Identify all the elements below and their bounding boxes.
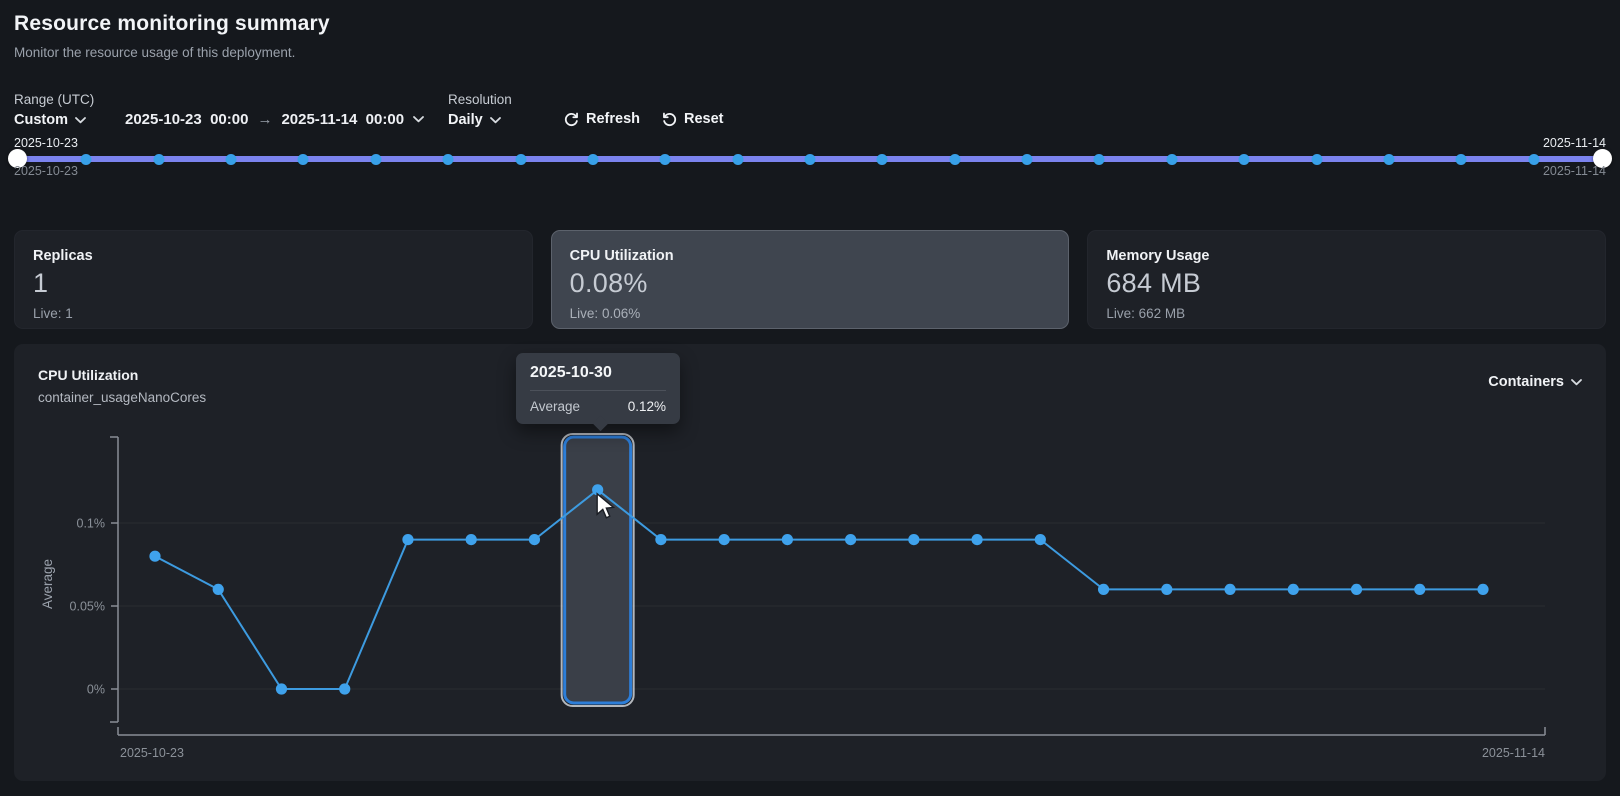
- stat-value: 684 MB: [1106, 268, 1587, 299]
- stat-value: 0.08%: [570, 268, 1051, 299]
- data-point[interactable]: [845, 534, 856, 545]
- range-select[interactable]: Custom: [14, 112, 86, 128]
- stat-card-cpu-utilization[interactable]: CPU Utilization 0.08% Live: 0.06%: [551, 230, 1070, 329]
- slider-start-sublabel: 2025-10-23: [14, 164, 78, 178]
- data-point[interactable]: [971, 534, 982, 545]
- data-point[interactable]: [1351, 584, 1362, 595]
- range-value: Custom: [14, 112, 68, 128]
- slider-tick-dot: [1383, 154, 1394, 165]
- stat-live: Live: 0.06%: [570, 306, 1051, 321]
- slider-tick-dot: [587, 154, 598, 165]
- refresh-icon: [564, 112, 579, 127]
- data-point[interactable]: [276, 683, 287, 694]
- slider-end-sublabel: 2025-11-14: [1543, 164, 1606, 178]
- slider-track[interactable]: [14, 156, 1606, 162]
- reset-label: Reset: [684, 111, 724, 127]
- tooltip-date: 2025-10-30: [530, 364, 666, 391]
- tooltip-series-value: 0.12%: [628, 399, 666, 414]
- stat-live: Live: 1: [33, 306, 514, 321]
- slider-tick-dot: [298, 154, 309, 165]
- data-point[interactable]: [1161, 584, 1172, 595]
- stat-label: CPU Utilization: [570, 248, 1051, 264]
- data-point[interactable]: [213, 584, 224, 595]
- stats-row: Replicas 1 Live: 1 CPU Utilization 0.08%…: [14, 230, 1606, 329]
- stat-live: Live: 662 MB: [1106, 306, 1587, 321]
- resolution-select[interactable]: Daily: [448, 112, 501, 128]
- stat-label: Memory Usage: [1106, 248, 1587, 264]
- chart-tooltip: 2025-10-30 Average 0.12%: [516, 353, 680, 424]
- refresh-button[interactable]: Refresh: [564, 111, 640, 127]
- slider-tick-dot: [1239, 154, 1250, 165]
- slider-tick-dot: [660, 154, 671, 165]
- slider-tick-dot: [81, 154, 92, 165]
- tooltip-row: Average 0.12%: [530, 399, 666, 414]
- data-point[interactable]: [719, 534, 730, 545]
- time-range-slider: 2025-10-23 2025-11-14 2025-10-23 2025-11…: [14, 139, 1606, 185]
- slider-tick-dot: [1166, 154, 1177, 165]
- y-tick-label: 0.1%: [77, 517, 106, 531]
- cpu-series-line: [155, 490, 1483, 689]
- y-tick-label: 0.05%: [70, 600, 105, 614]
- chevron-down-icon: [75, 117, 86, 124]
- data-point[interactable]: [782, 534, 793, 545]
- stat-card-memory-usage[interactable]: Memory Usage 684 MB Live: 662 MB: [1087, 230, 1606, 329]
- stat-card-replicas[interactable]: Replicas 1 Live: 1: [14, 230, 533, 329]
- reset-button[interactable]: Reset: [662, 111, 724, 127]
- chevron-down-icon: [490, 117, 501, 124]
- data-point[interactable]: [1035, 534, 1046, 545]
- controls-row: Range (UTC) Custom 2025-10-23 00:00 → 20…: [14, 92, 914, 134]
- stat-value: 1: [33, 268, 514, 299]
- data-point[interactable]: [149, 551, 160, 562]
- slider-start-label: 2025-10-23: [14, 136, 78, 150]
- refresh-label: Refresh: [586, 111, 640, 127]
- highlight-band[interactable]: [565, 437, 631, 703]
- cpu-utilization-chart[interactable]: 0% 0.05% 0.1% 2025-10-23 2025-11-14 Average: [14, 344, 1606, 781]
- slider-tick-dot: [515, 154, 526, 165]
- date-from: 2025-10-23 00:00: [125, 111, 248, 128]
- chevron-down-icon: [413, 116, 424, 123]
- resource-monitoring-page: Resource monitoring summary Monitor the …: [0, 0, 1620, 796]
- range-label: Range (UTC): [14, 92, 94, 107]
- slider-tick-dot: [877, 154, 888, 165]
- stat-label: Replicas: [33, 248, 514, 264]
- slider-tick-dot: [1456, 154, 1467, 165]
- data-point[interactable]: [339, 683, 350, 694]
- cpu-utilization-chart-panel: CPU Utilization container_usageNanoCores…: [14, 344, 1606, 781]
- data-point[interactable]: [402, 534, 413, 545]
- slider-end-label: 2025-11-14: [1543, 136, 1606, 150]
- slider-tick-dot: [732, 154, 743, 165]
- slider-tick-dot: [1094, 154, 1105, 165]
- data-point[interactable]: [1288, 584, 1299, 595]
- date-range-picker[interactable]: 2025-10-23 00:00 → 2025-11-14 00:00: [125, 111, 424, 128]
- slider-tick-dot: [1528, 154, 1539, 165]
- resolution-value: Daily: [448, 112, 483, 128]
- data-point[interactable]: [529, 534, 540, 545]
- data-point[interactable]: [466, 534, 477, 545]
- data-point[interactable]: [1477, 584, 1488, 595]
- data-point[interactable]: [908, 534, 919, 545]
- slider-tick-dot: [1311, 154, 1322, 165]
- data-point[interactable]: [655, 534, 666, 545]
- tooltip-series-name: Average: [530, 399, 580, 414]
- arrow-right-icon: →: [257, 111, 272, 128]
- slider-tick-dot: [153, 154, 164, 165]
- data-point[interactable]: [1414, 584, 1425, 595]
- date-to: 2025-11-14 00:00: [281, 111, 404, 128]
- data-point[interactable]: [1098, 584, 1109, 595]
- slider-tick-dot: [805, 154, 816, 165]
- slider-tick-dot: [443, 154, 454, 165]
- x-axis-end-label: 2025-11-14: [1482, 746, 1545, 760]
- reset-icon: [662, 112, 677, 127]
- y-axis-title: Average: [40, 559, 55, 609]
- resolution-label: Resolution: [448, 92, 512, 107]
- data-point[interactable]: [1224, 584, 1235, 595]
- y-tick-label: 0%: [87, 683, 105, 697]
- slider-tick-dot: [226, 154, 237, 165]
- x-axis-start-label: 2025-10-23: [120, 746, 184, 760]
- slider-tick-dot: [370, 154, 381, 165]
- slider-tick-dot: [949, 154, 960, 165]
- slider-tick-dot: [1022, 154, 1033, 165]
- page-subtitle: Monitor the resource usage of this deplo…: [14, 45, 295, 60]
- page-title: Resource monitoring summary: [14, 12, 330, 36]
